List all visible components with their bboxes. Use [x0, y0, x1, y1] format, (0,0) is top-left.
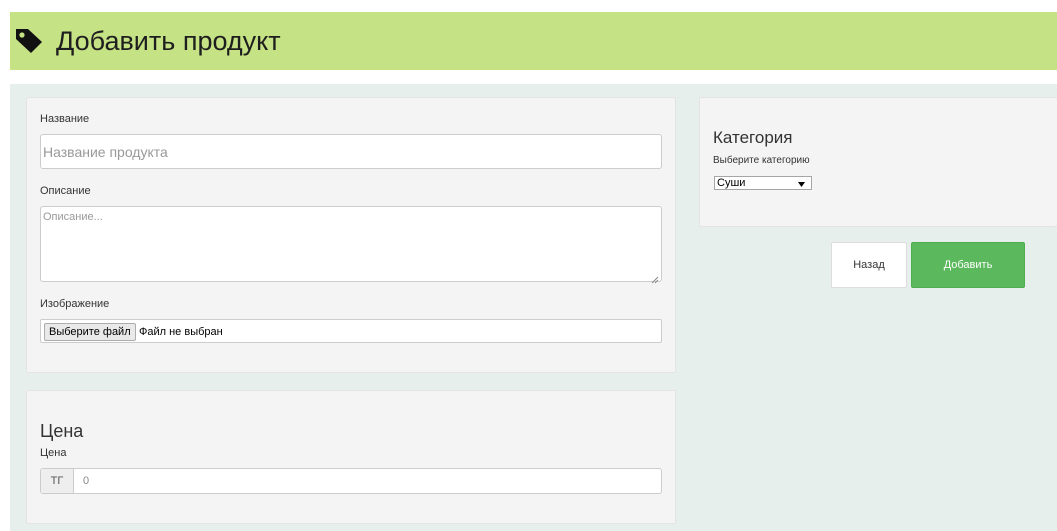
- name-label: Название: [40, 113, 90, 125]
- category-panel: Категория Выберите категорию Суши: [699, 97, 1057, 227]
- back-button[interactable]: Назад: [831, 242, 907, 288]
- page-title: Добавить продукт: [56, 25, 281, 56]
- add-button[interactable]: Добавить: [911, 242, 1025, 288]
- description-label: Описание: [40, 185, 91, 197]
- price-title: Цена: [40, 421, 84, 441]
- image-file-input[interactable]: Выберите файл Файл не выбран: [40, 319, 662, 343]
- category-select[interactable]: Суши: [714, 176, 812, 190]
- product-name-placeholder: Название продукта: [43, 144, 168, 160]
- product-details-panel: Название Название продукта Описание Опис…: [26, 97, 676, 373]
- currency-addon: ТГ: [41, 469, 74, 493]
- description-textarea[interactable]: Описание...: [40, 206, 662, 284]
- page-header: Добавить продукт: [10, 12, 1057, 70]
- price-input-value[interactable]: 0: [83, 475, 89, 487]
- image-label: Изображение: [40, 298, 110, 310]
- file-status-text: Файл не выбран: [139, 326, 223, 338]
- description-placeholder: Описание...: [43, 211, 103, 223]
- category-label: Выберите категорию: [713, 155, 810, 166]
- price-panel: Цена Цена ТГ 0: [26, 390, 676, 524]
- resize-handle-icon[interactable]: [651, 271, 659, 284]
- price-input-group[interactable]: ТГ 0: [40, 468, 662, 494]
- category-title: Категория: [713, 128, 793, 147]
- product-name-input[interactable]: Название продукта: [40, 134, 662, 169]
- chevron-down-icon: [798, 179, 805, 191]
- price-label: Цена: [40, 447, 67, 459]
- tag-icon: [14, 25, 50, 57]
- choose-file-button[interactable]: Выберите файл: [44, 323, 136, 341]
- category-selected-value: Суши: [717, 177, 746, 189]
